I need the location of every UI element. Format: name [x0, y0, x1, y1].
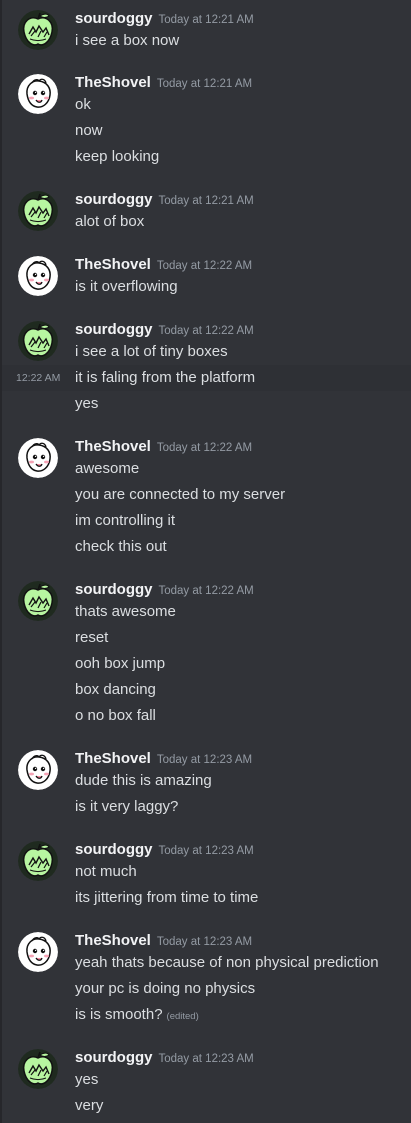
- green-apple-avatar-icon: [18, 581, 58, 621]
- avatar[interactable]: [18, 438, 58, 478]
- message-line: awesome: [75, 460, 140, 477]
- avatar[interactable]: [18, 581, 58, 621]
- green-apple-avatar-icon: [18, 321, 58, 361]
- avatar[interactable]: [18, 256, 58, 296]
- white-cartoon-face-avatar-icon: [18, 750, 58, 790]
- username[interactable]: TheShovel: [75, 256, 151, 273]
- message-line: keep looking: [75, 148, 160, 165]
- username[interactable]: sourdoggy: [75, 321, 153, 338]
- username[interactable]: TheShovel: [75, 438, 151, 455]
- green-apple-avatar-icon: [18, 191, 58, 231]
- username[interactable]: sourdoggy: [75, 1049, 153, 1066]
- green-apple-avatar-icon: [18, 10, 58, 50]
- message-line: not much: [75, 863, 137, 880]
- message-line: thats awesome: [75, 603, 176, 620]
- hover-timestamp: 12:22 AM: [16, 372, 61, 384]
- message-line: yes: [75, 1071, 99, 1088]
- message-line: reset: [75, 629, 109, 646]
- message-line: o no box fall: [75, 707, 156, 724]
- message-header: sourdoggy Today at 12:21 AM: [75, 8, 254, 30]
- green-apple-avatar-icon: [18, 841, 58, 881]
- message-header: sourdoggy Today at 12:23 AM: [75, 839, 254, 861]
- avatar[interactable]: [18, 321, 58, 361]
- message-line: is it very laggy?: [75, 798, 179, 815]
- avatar[interactable]: [18, 1049, 58, 1089]
- message-line: im controlling it: [75, 512, 176, 529]
- chat-messages[interactable]: sourdoggy Today at 12:21 AM i see a box n…: [0, 0, 411, 1123]
- message-line: is is smooth? (edited): [75, 1004, 199, 1026]
- message-line: it is faling from the platform: [75, 369, 256, 386]
- timestamp[interactable]: Today at 12:23 AM: [157, 754, 252, 766]
- avatar[interactable]: [18, 932, 58, 972]
- message-header: sourdoggy Today at 12:22 AM: [75, 319, 254, 341]
- username[interactable]: sourdoggy: [75, 581, 153, 598]
- avatar[interactable]: [18, 191, 58, 231]
- white-cartoon-face-avatar-icon: [18, 74, 58, 114]
- avatar[interactable]: [18, 750, 58, 790]
- green-apple-avatar-icon: [18, 1049, 58, 1089]
- message-line: ok: [75, 96, 91, 113]
- white-cartoon-face-avatar-icon: [18, 932, 58, 972]
- message-line: ooh box jump: [75, 655, 166, 672]
- timestamp[interactable]: Today at 12:23 AM: [157, 936, 252, 948]
- message-header: sourdoggy Today at 12:23 AM: [75, 1047, 254, 1069]
- username[interactable]: TheShovel: [75, 74, 151, 91]
- message-line: box dancing: [75, 681, 156, 698]
- timestamp[interactable]: Today at 12:22 AM: [157, 442, 252, 454]
- timestamp[interactable]: Today at 12:22 AM: [157, 260, 252, 272]
- username[interactable]: TheShovel: [75, 750, 151, 767]
- avatar[interactable]: [18, 74, 58, 114]
- message-line: is it overflowing: [75, 278, 178, 295]
- timestamp[interactable]: Today at 12:23 AM: [159, 1053, 254, 1065]
- message-header: TheShovel Today at 12:23 AM: [75, 930, 252, 952]
- message-line: check this out: [75, 538, 167, 555]
- message-line: i see a lot of tiny boxes: [75, 343, 228, 360]
- message-header: sourdoggy Today at 12:21 AM: [75, 189, 254, 211]
- message-header: TheShovel Today at 12:21 AM: [75, 72, 252, 94]
- message-header: TheShovel Today at 12:22 AM: [75, 254, 252, 276]
- avatar[interactable]: [18, 841, 58, 881]
- message-header: sourdoggy Today at 12:22 AM: [75, 579, 254, 601]
- message-line: you are connected to my server: [75, 486, 286, 503]
- message-line: yeah thats because of non physical predi…: [75, 954, 379, 971]
- message-line: your pc is doing no physics: [75, 980, 256, 997]
- message-line: i see a box now: [75, 32, 180, 49]
- username[interactable]: sourdoggy: [75, 841, 153, 858]
- username[interactable]: TheShovel: [75, 932, 151, 949]
- message-text: is is smooth?: [75, 1006, 163, 1023]
- timestamp[interactable]: Today at 12:22 AM: [159, 585, 254, 597]
- white-cartoon-face-avatar-icon: [18, 256, 58, 296]
- message-line: very: [75, 1097, 104, 1114]
- message-line: alot of box: [75, 213, 145, 230]
- timestamp[interactable]: Today at 12:21 AM: [157, 78, 252, 90]
- message-line: yes: [75, 395, 99, 412]
- username[interactable]: sourdoggy: [75, 191, 153, 208]
- message-line: dude this is amazing: [75, 772, 212, 789]
- message-header: TheShovel Today at 12:23 AM: [75, 748, 252, 770]
- timestamp[interactable]: Today at 12:21 AM: [159, 195, 254, 207]
- username[interactable]: sourdoggy: [75, 10, 153, 27]
- message-line: now: [75, 122, 103, 139]
- timestamp[interactable]: Today at 12:22 AM: [159, 325, 254, 337]
- avatar[interactable]: [18, 10, 58, 50]
- message-header: TheShovel Today at 12:22 AM: [75, 436, 252, 458]
- timestamp[interactable]: Today at 12:21 AM: [159, 14, 254, 26]
- timestamp[interactable]: Today at 12:23 AM: [159, 845, 254, 857]
- message-line: its jittering from time to time: [75, 889, 259, 906]
- edited-label[interactable]: (edited): [167, 1011, 199, 1022]
- white-cartoon-face-avatar-icon: [18, 438, 58, 478]
